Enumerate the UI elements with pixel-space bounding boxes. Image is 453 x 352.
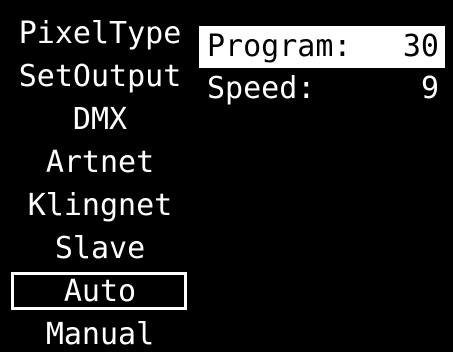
- program-row[interactable]: Program: 30: [199, 26, 445, 68]
- program-label: Program:: [207, 29, 352, 64]
- menu-item-auto[interactable]: Auto: [0, 270, 200, 313]
- lcd-screen: PixelType SetOutput DMX Artnet Klingnet …: [0, 0, 453, 352]
- menu-item-slave[interactable]: Slave: [0, 227, 200, 270]
- auto-parameters-panel: Program: 30 Speed: 9: [199, 26, 445, 110]
- mode-menu: PixelType SetOutput DMX Artnet Klingnet …: [0, 12, 200, 352]
- menu-item-pixeltype[interactable]: PixelType: [0, 12, 200, 55]
- menu-item-manual[interactable]: Manual: [0, 313, 200, 352]
- menu-item-label: Manual: [45, 317, 155, 352]
- menu-item-label: PixelType: [18, 16, 182, 51]
- menu-item-klingnet[interactable]: Klingnet: [0, 184, 200, 227]
- menu-item-setoutput[interactable]: SetOutput: [0, 55, 200, 98]
- menu-item-label: Artnet: [45, 145, 155, 180]
- menu-item-dmx[interactable]: DMX: [0, 98, 200, 141]
- menu-item-label: DMX: [72, 102, 128, 137]
- menu-item-artnet[interactable]: Artnet: [0, 141, 200, 184]
- program-value: 30: [402, 29, 439, 64]
- speed-label: Speed:: [207, 71, 316, 106]
- speed-value: 9: [420, 71, 439, 106]
- menu-item-label: Auto: [63, 274, 137, 309]
- menu-item-label: Slave: [54, 231, 146, 266]
- menu-item-label: Klingnet: [27, 188, 173, 223]
- speed-row[interactable]: Speed: 9: [199, 68, 445, 110]
- menu-item-label: SetOutput: [18, 59, 182, 94]
